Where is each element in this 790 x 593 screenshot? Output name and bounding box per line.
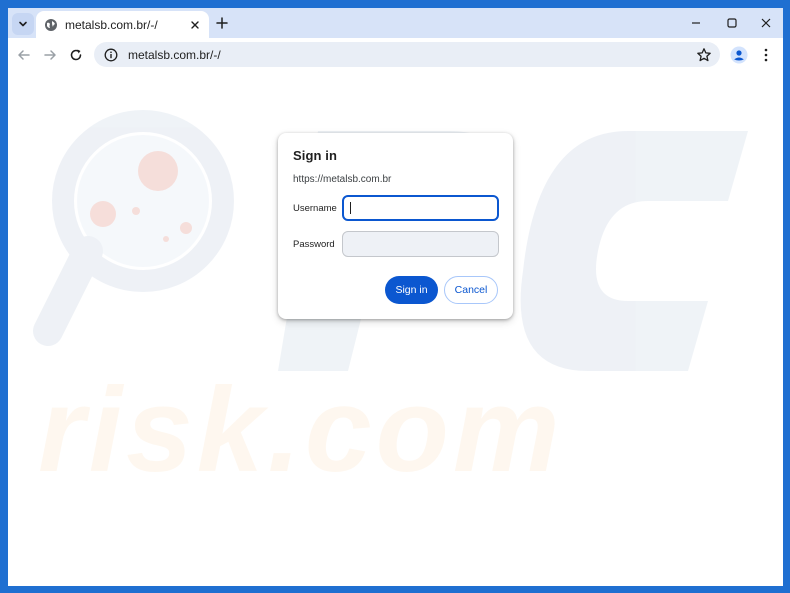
dialog-origin: https://metalsb.com.br	[293, 174, 392, 185]
username-row: Username	[293, 195, 499, 221]
minimize-icon	[692, 22, 700, 24]
page-content: risk.com Sign in https://metalsb.com.br …	[8, 71, 783, 586]
sign-in-button[interactable]: Sign in	[385, 276, 438, 304]
profile-button[interactable]	[730, 46, 748, 64]
back-button[interactable]	[15, 46, 33, 64]
kebab-menu-icon	[764, 48, 768, 62]
minimize-button[interactable]	[688, 15, 704, 31]
browser-window: metalsb.com.br/-/ metalsb.com.br/-/ risk…	[8, 8, 783, 586]
maximize-button[interactable]	[724, 15, 740, 31]
plus-icon	[216, 17, 228, 29]
globe-icon	[44, 18, 58, 32]
password-row: Password	[293, 231, 499, 257]
arrow-right-icon	[44, 50, 56, 60]
username-label: Username	[293, 202, 337, 214]
close-window-button[interactable]	[758, 15, 774, 31]
address-bar[interactable]: metalsb.com.br/-/	[94, 42, 720, 67]
tab-active[interactable]: metalsb.com.br/-/	[36, 11, 209, 38]
tab-close-button[interactable]	[189, 19, 201, 31]
new-tab-button[interactable]	[213, 14, 231, 32]
toolbar: metalsb.com.br/-/	[8, 38, 783, 71]
reload-icon	[70, 49, 82, 61]
reload-button[interactable]	[67, 46, 85, 64]
tab-title: metalsb.com.br/-/	[65, 17, 158, 32]
password-field[interactable]	[342, 231, 499, 257]
cancel-button[interactable]: Cancel	[444, 276, 498, 304]
url-text[interactable]: metalsb.com.br/-/	[128, 48, 696, 62]
close-icon	[761, 18, 771, 28]
username-field[interactable]	[342, 195, 499, 221]
close-icon	[191, 20, 199, 29]
info-icon[interactable]	[104, 48, 118, 62]
dialog-title: Sign in	[293, 148, 338, 163]
password-label: Password	[293, 238, 335, 250]
text-caret	[350, 202, 351, 214]
watermark-brand-text: risk.com	[38, 363, 564, 497]
maximize-icon	[727, 18, 737, 28]
forward-button[interactable]	[41, 46, 59, 64]
tab-search-button[interactable]	[12, 13, 34, 35]
star-icon[interactable]	[696, 47, 712, 63]
chevron-down-icon	[19, 21, 27, 27]
sign-in-dialog: Sign in https://metalsb.com.br Username …	[278, 133, 513, 319]
person-icon	[730, 46, 748, 64]
tab-strip: metalsb.com.br/-/	[8, 8, 783, 38]
menu-button[interactable]	[757, 46, 775, 64]
arrow-left-icon	[18, 50, 30, 60]
